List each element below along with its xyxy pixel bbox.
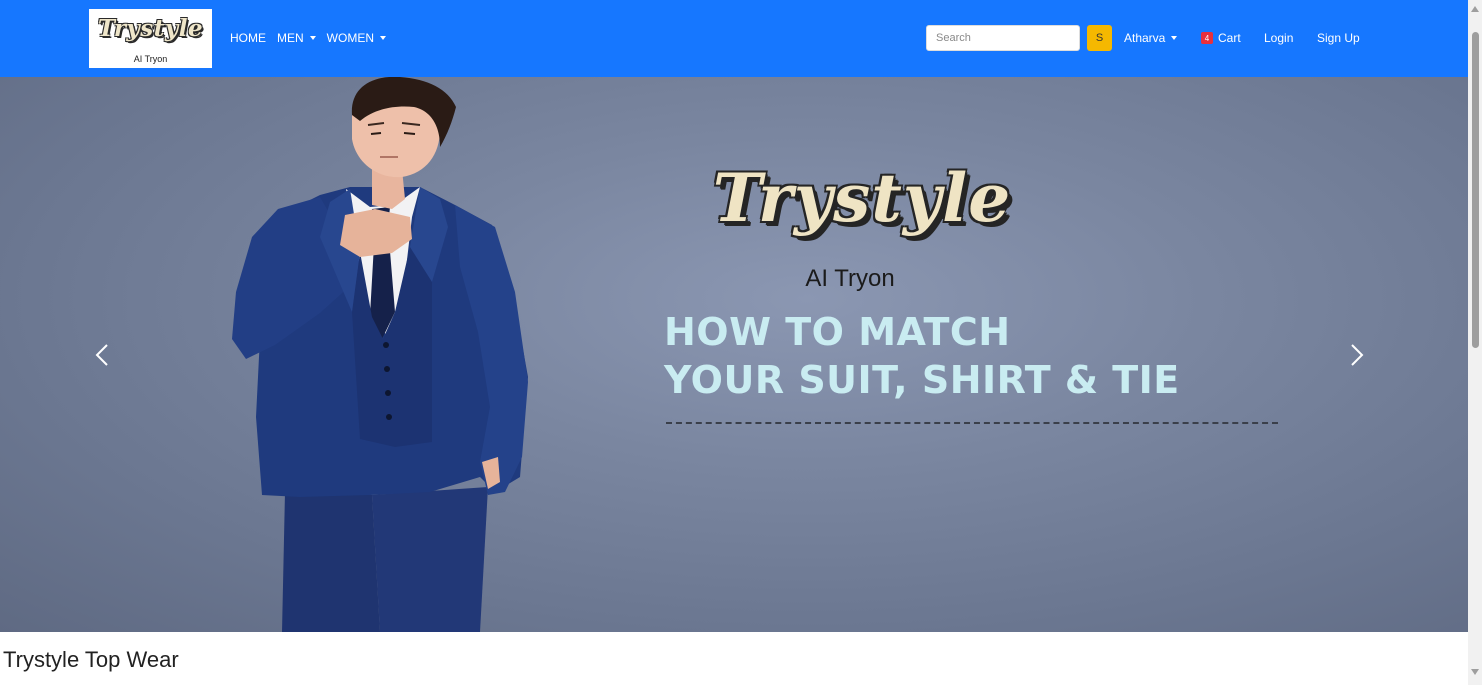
nav-men-dropdown[interactable]: MEN — [277, 31, 316, 45]
scroll-down-icon[interactable] — [1471, 669, 1479, 675]
logo-wordmark: Trystyle — [97, 15, 204, 42]
search-input[interactable] — [926, 25, 1080, 51]
nav-women-label: WOMEN — [326, 31, 374, 45]
user-menu-dropdown[interactable]: Atharva — [1124, 31, 1178, 45]
user-name: Atharva — [1124, 31, 1166, 45]
caret-down-icon — [380, 36, 386, 40]
hero-carousel[interactable]: Trystyle AI Tryon HOW TO MATCH YOUR SUIT… — [0, 77, 1468, 632]
scroll-up-icon[interactable] — [1471, 6, 1479, 12]
hero-brand-wordmark: Trystyle — [712, 159, 1012, 237]
nav-home[interactable]: HOME — [230, 31, 266, 45]
nav-men-label: MEN — [277, 31, 304, 45]
carousel-prev-button[interactable] — [90, 340, 114, 370]
search-button-label: S — [1095, 32, 1104, 44]
chevron-right-icon — [1351, 344, 1364, 366]
primary-nav: HOME MEN WOMEN — [230, 31, 386, 45]
dashed-divider — [666, 422, 1278, 424]
scrollbar-thumb[interactable] — [1472, 32, 1479, 348]
top-navbar: Trystyle AI Tryon HOME MEN WOMEN S Athar… — [0, 0, 1468, 77]
nav-home-label: HOME — [230, 31, 266, 45]
section-title: Trystyle Top Wear — [3, 647, 179, 672]
caret-down-icon — [309, 36, 316, 40]
hero-headline-line1: HOW TO MATCH — [664, 310, 1011, 354]
cart-link[interactable]: 4 Cart — [1201, 31, 1241, 45]
carousel-next-button[interactable] — [1345, 340, 1369, 370]
login-label: Login — [1264, 31, 1294, 45]
page-scrollbar[interactable] — [1468, 0, 1482, 685]
cart-count-badge: 4 — [1201, 32, 1213, 44]
caret-down-icon — [1171, 36, 1178, 40]
signup-link[interactable]: Sign Up — [1317, 31, 1360, 45]
nav-women-dropdown[interactable]: WOMEN — [327, 31, 386, 45]
signup-label: Sign Up — [1317, 31, 1360, 45]
brand-logo[interactable]: Trystyle AI Tryon — [89, 9, 212, 68]
login-link[interactable]: Login — [1264, 31, 1293, 45]
logo-subtitle: AI Tryon — [133, 54, 168, 64]
hero-brand-subtitle: AI Tryon — [805, 265, 895, 292]
search-button[interactable]: S — [1087, 25, 1112, 51]
cart-label: Cart — [1218, 31, 1241, 45]
hero-headline-line2: YOUR SUIT, SHIRT & TIE — [664, 358, 1180, 402]
chevron-left-icon — [95, 344, 108, 366]
